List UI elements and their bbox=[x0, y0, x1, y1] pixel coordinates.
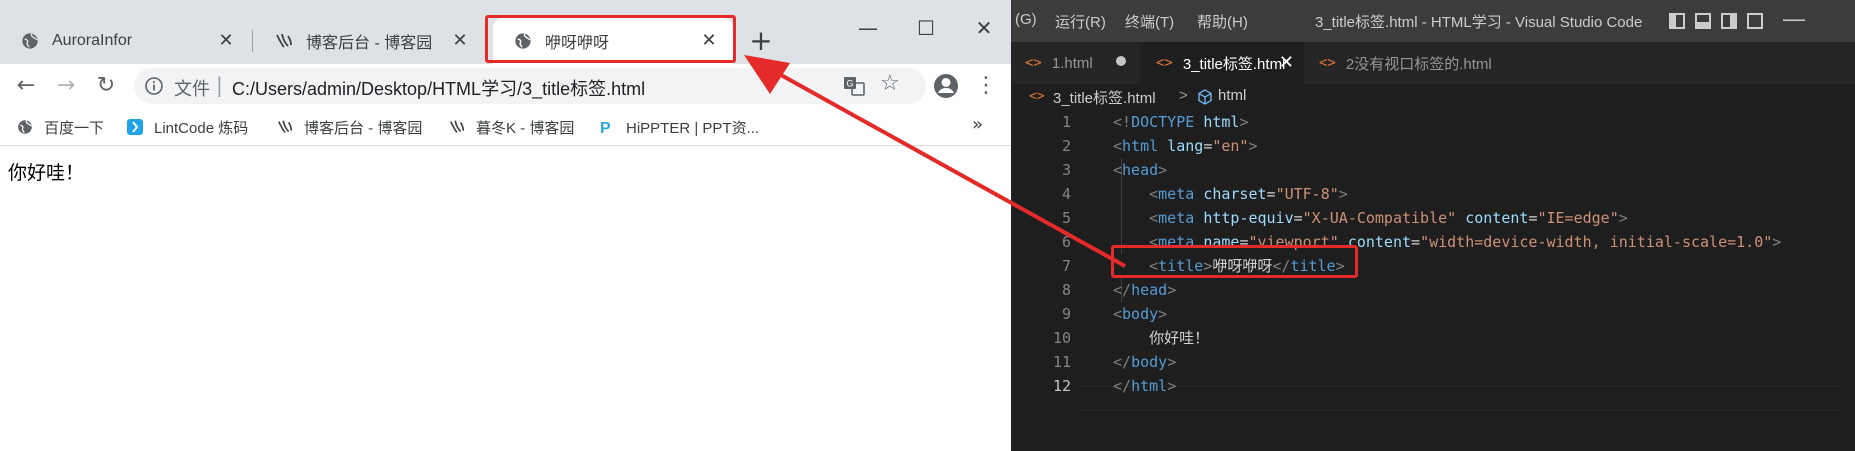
annotation-arrow bbox=[744, 55, 1126, 268]
